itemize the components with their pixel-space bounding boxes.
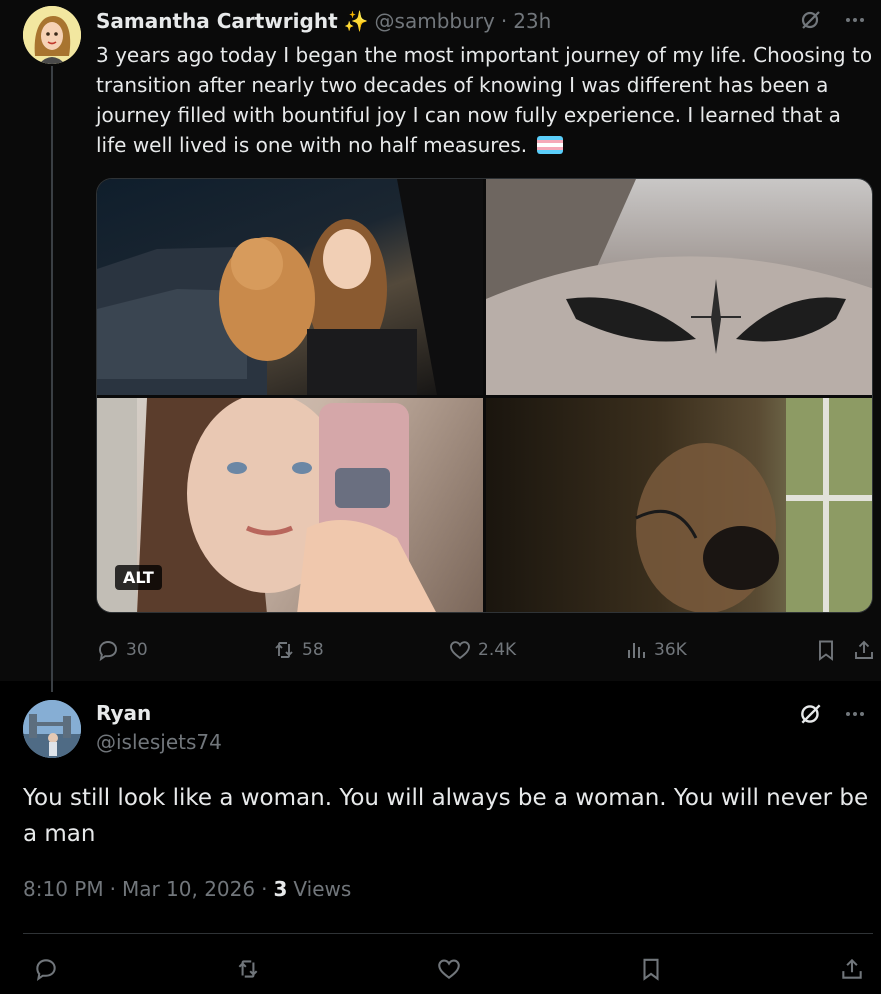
- sparkle-emoji: ✨: [343, 9, 369, 33]
- author-name[interactable]: Samantha Cartwright: [96, 9, 338, 33]
- separator-dot: ·: [500, 9, 508, 33]
- more-options-icon[interactable]: [841, 6, 869, 34]
- reply-icon[interactable]: [33, 956, 59, 982]
- reply-action-bar: [23, 952, 873, 986]
- reply-text: You still look like a woman. You will al…: [23, 785, 869, 847]
- more-options-icon[interactable]: [841, 700, 869, 728]
- heart-icon[interactable]: [436, 956, 462, 982]
- heart-icon: [450, 641, 470, 660]
- tweet-top-actions: [797, 6, 869, 34]
- share-icon[interactable]: [839, 956, 865, 982]
- reply-top-actions: [797, 700, 869, 728]
- flag-stripe: [537, 150, 564, 154]
- bookmark-icon[interactable]: [814, 638, 838, 662]
- tweet-text-content: 3 years ago today I began the most impor…: [96, 43, 873, 157]
- grok-icon[interactable]: [797, 700, 825, 728]
- post-time[interactable]: 8:10 PM: [23, 877, 104, 901]
- tweet-text: 3 years ago today I began the most impor…: [96, 40, 874, 160]
- tweet-action-bar: 30 58 2.4K 36K: [96, 636, 876, 664]
- divider: [23, 933, 873, 934]
- view-count: 36K: [654, 640, 687, 660]
- repost-button[interactable]: 58: [272, 638, 448, 662]
- analytics-icon: [628, 643, 645, 658]
- alt-text-badge[interactable]: ALT: [115, 565, 162, 590]
- views-button[interactable]: 36K: [624, 638, 800, 662]
- tweet-metadata: 8:10 PM · Mar 10, 2026 · 3 Views: [23, 877, 351, 901]
- author-handle[interactable]: @sambbury: [375, 9, 495, 33]
- repost-count: 58: [302, 640, 324, 660]
- views-label: Views: [293, 877, 352, 901]
- avatar[interactable]: [23, 6, 81, 64]
- tweet-header: Samantha Cartwright ✨ @sambbury · 23h: [96, 8, 551, 34]
- reply-button[interactable]: 30: [96, 638, 272, 662]
- like-count: 2.4K: [478, 640, 517, 660]
- repost-icon[interactable]: [235, 956, 261, 982]
- bookmark-share-group: [814, 638, 876, 662]
- avatar[interactable]: [23, 700, 81, 758]
- bookmark-icon[interactable]: [638, 956, 664, 982]
- transgender-flag-emoji: [537, 136, 564, 154]
- thread-connector-line: [51, 66, 53, 692]
- separator-dot: ·: [109, 877, 116, 901]
- like-button[interactable]: 2.4K: [448, 638, 624, 662]
- share-icon[interactable]: [852, 638, 876, 662]
- reply-icon: [99, 641, 117, 662]
- reply-author-name[interactable]: Ryan: [96, 701, 151, 725]
- separator-dot: ·: [261, 877, 268, 901]
- parent-tweet[interactable]: Samantha Cartwright ✨ @sambbury · 23h 3 …: [0, 0, 881, 692]
- photo-back-tattoo[interactable]: [486, 179, 872, 395]
- photo-with-dog[interactable]: [97, 179, 483, 395]
- views-count: 3: [273, 877, 288, 901]
- reply-author-handle[interactable]: @islesjets74: [96, 730, 222, 754]
- post-date[interactable]: Mar 10, 2026: [122, 877, 255, 901]
- media-grid: ALT: [96, 178, 873, 613]
- repost-icon: [275, 642, 293, 658]
- boudoir-photo[interactable]: [486, 398, 872, 612]
- timestamp[interactable]: 23h: [513, 9, 551, 33]
- grok-icon[interactable]: [797, 6, 825, 34]
- reply-count: 30: [126, 640, 148, 660]
